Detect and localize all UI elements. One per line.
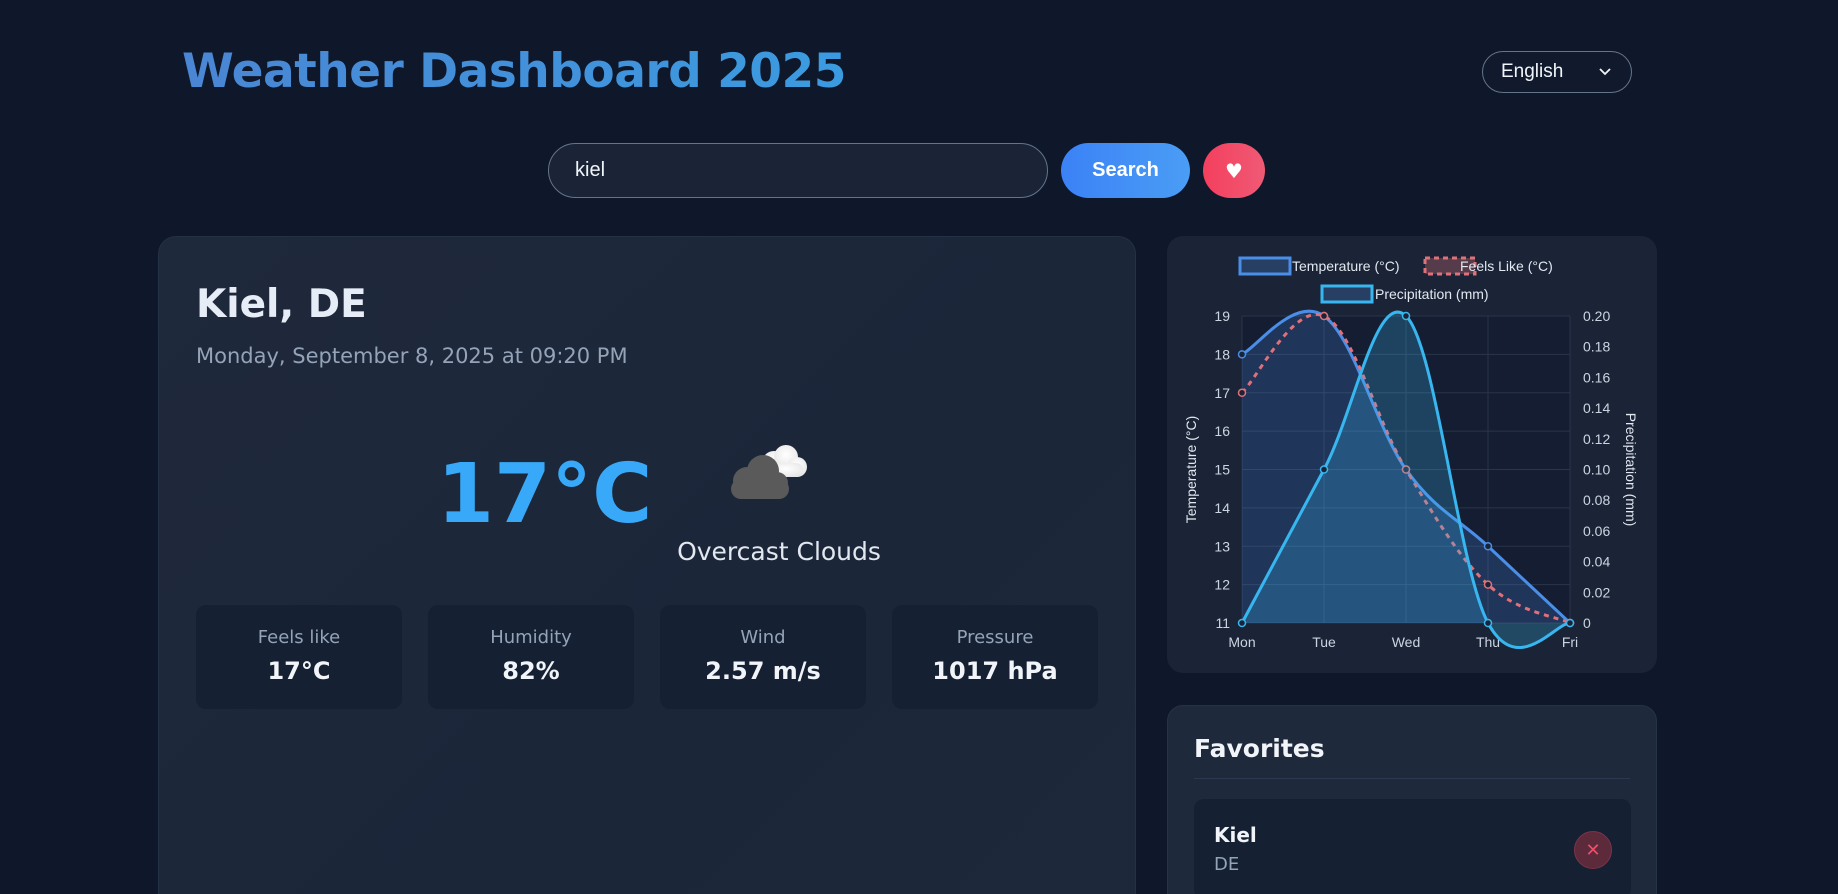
- y2-tick-label: 0.08: [1583, 492, 1610, 508]
- favorites-card: Favorites Kiel DE ✕: [1167, 705, 1657, 894]
- data-point: [1237, 618, 1247, 628]
- y2-tick-label: 0.12: [1583, 431, 1610, 447]
- y-tick-label: 15: [1214, 462, 1230, 478]
- y-axis-label: Temperature (°C): [1183, 416, 1199, 524]
- y2-tick-label: 0.04: [1583, 554, 1610, 570]
- data-point: [1237, 388, 1247, 397]
- stat-label: Feels like: [257, 627, 341, 648]
- favorite-city: Kiel: [1214, 823, 1257, 847]
- stat-humidity: Humidity 82%: [428, 605, 634, 709]
- y2-tick-label: 0.02: [1583, 584, 1610, 600]
- close-icon: ✕: [1585, 839, 1601, 861]
- stat-feels-like: Feels like 17°C: [196, 605, 402, 709]
- x-tick-label: Wed: [1392, 634, 1421, 650]
- y-tick-label: 17: [1214, 385, 1230, 401]
- y2-tick-label: 0.14: [1583, 400, 1610, 416]
- legend-swatch: [1320, 284, 1374, 304]
- data-point: [1565, 618, 1575, 628]
- stat-pressure: Pressure 1017 hPa: [892, 605, 1098, 709]
- stat-value: 2.57 m/s: [705, 657, 821, 685]
- y-tick-label: 13: [1214, 538, 1230, 554]
- remove-favorite-button[interactable]: ✕: [1574, 831, 1612, 869]
- stat-wind: Wind 2.57 m/s: [660, 605, 866, 709]
- overcast-clouds-icon: [731, 445, 807, 499]
- data-point: [1483, 618, 1493, 628]
- date-time: Monday, September 8, 2025 at 09:20 PM: [196, 344, 628, 368]
- data-point: [1319, 465, 1329, 474]
- x-tick-label: Mon: [1228, 634, 1255, 650]
- data-point: [1401, 311, 1411, 321]
- y2-tick-label: 0.10: [1583, 462, 1610, 478]
- stat-label: Pressure: [956, 627, 1034, 648]
- favorite-item[interactable]: Kiel DE ✕: [1194, 799, 1631, 894]
- language-value: English: [1501, 61, 1564, 82]
- city-name: Kiel, DE: [196, 282, 367, 327]
- legend-label: Temperature (°C): [1292, 258, 1400, 274]
- search-button[interactable]: Search: [1061, 143, 1190, 198]
- forecast-chart-card: 19 18 17 16 15 14 13 12 11 0.20 0.18 0.16 0.14 0.12 0.…: [1167, 236, 1657, 673]
- page-title: Weather Dashboard 2025: [182, 44, 846, 99]
- favorite-country: DE: [1214, 854, 1240, 875]
- y2-axis-label: Precipitation (mm): [1623, 413, 1639, 527]
- y-tick-label: 11: [1215, 615, 1230, 631]
- y-tick-label: 14: [1214, 500, 1230, 516]
- y2-tick-label: 0: [1583, 615, 1591, 631]
- chevron-down-icon: [1599, 68, 1611, 76]
- y2-tick-label: 0.18: [1583, 339, 1610, 355]
- search-input[interactable]: [548, 143, 1048, 198]
- forecast-chart: 19 18 17 16 15 14 13 12 11 0.20 0.18 0.16 0.14 0.12 0.…: [1183, 256, 1639, 650]
- legend-swatch: [1238, 256, 1292, 276]
- add-favorite-button[interactable]: ♥: [1203, 143, 1265, 198]
- weather-description: Overcast Clouds: [677, 537, 881, 566]
- data-point: [1483, 580, 1493, 589]
- current-temperature: 17°C: [437, 447, 653, 542]
- current-weather-card: Kiel, DE Monday, September 8, 2025 at 09…: [158, 236, 1136, 894]
- y-tick-label: 18: [1214, 346, 1230, 362]
- stat-value: 17°C: [267, 657, 331, 685]
- y-tick-label: 16: [1214, 423, 1230, 439]
- data-point: [1483, 542, 1493, 551]
- stat-value: 1017 hPa: [932, 657, 1058, 685]
- stat-label: Wind: [740, 627, 786, 648]
- legend-label: Precipitation (mm): [1375, 286, 1489, 302]
- y2-tick-label: 0.06: [1583, 523, 1610, 539]
- favorites-title: Favorites: [1194, 734, 1325, 763]
- legend-label: Feels Like (°C): [1460, 258, 1553, 274]
- y2-tick-label: 0.20: [1583, 308, 1610, 324]
- stat-value: 82%: [502, 657, 560, 685]
- y-tick-label: 19: [1214, 308, 1230, 324]
- x-tick-label: Tue: [1312, 634, 1336, 650]
- stat-label: Humidity: [490, 627, 572, 648]
- y2-tick-label: 0.16: [1583, 369, 1610, 385]
- x-tick-label: Fri: [1562, 634, 1578, 650]
- data-point: [1319, 311, 1329, 321]
- language-select[interactable]: English: [1482, 51, 1632, 93]
- data-point: [1237, 350, 1247, 359]
- y-tick-label: 12: [1214, 577, 1230, 593]
- divider: [1194, 778, 1630, 779]
